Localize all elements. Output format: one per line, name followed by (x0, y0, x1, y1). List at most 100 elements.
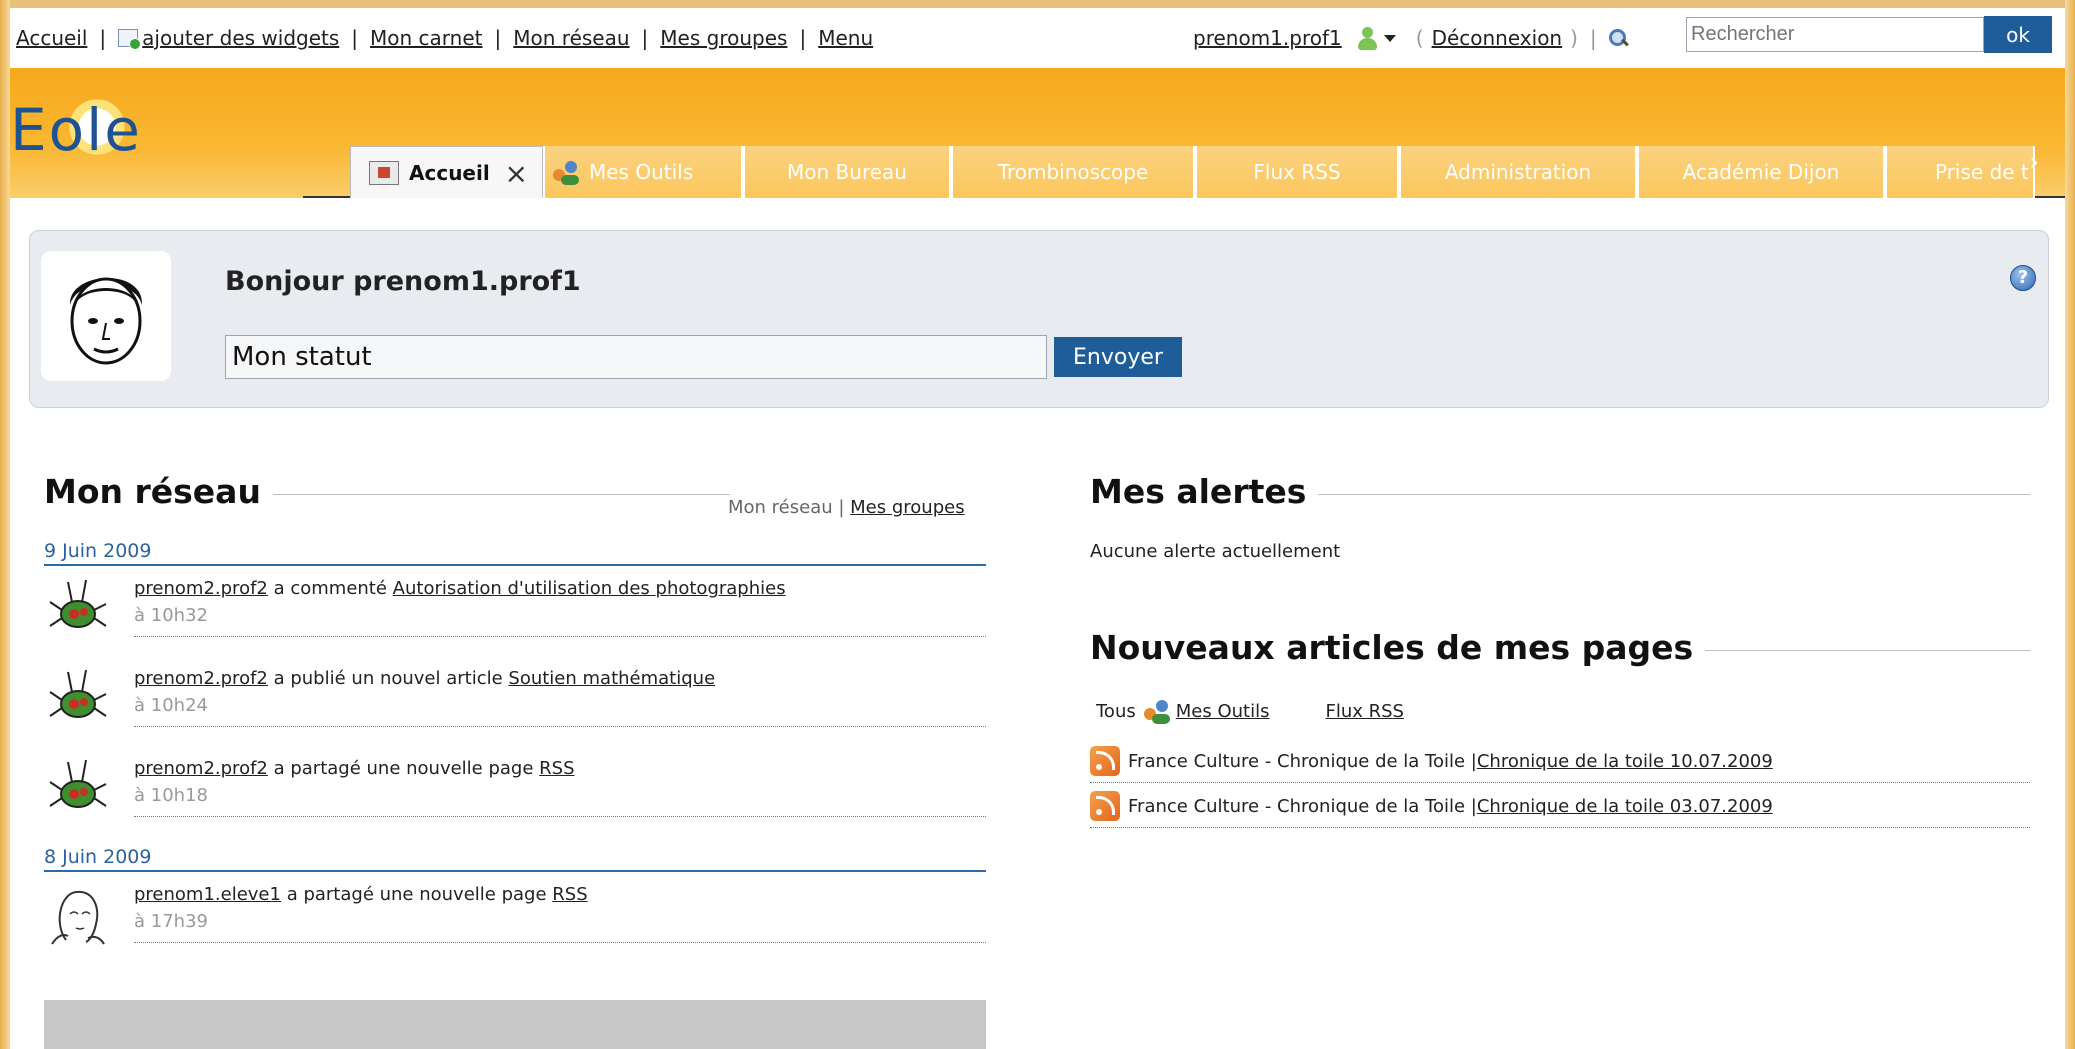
nav-add-widgets-link[interactable]: ajouter des widgets (142, 26, 339, 50)
sketch-avatar-icon (51, 890, 105, 945)
nav-mon-carnet-link[interactable]: Mon carnet (370, 26, 482, 50)
action-text: a partagé une nouvelle page (267, 758, 540, 779)
logo-text: Eole (10, 96, 142, 164)
action-text: a partagé une nouvelle page (280, 884, 553, 905)
logout-link[interactable]: Déconnexion (1432, 26, 1563, 50)
list-item: prenom1.eleve1 a partagé une nouvelle pa… (134, 884, 588, 932)
greeting-text: Bonjour prenom1.prof1 (225, 266, 581, 297)
list-item: prenom2.prof2 a partagé une nouvelle pag… (134, 758, 575, 806)
target-link[interactable]: RSS (552, 884, 587, 905)
tab-label: Flux RSS (1253, 160, 1341, 184)
chevron-right-icon[interactable]: › (2029, 148, 2039, 176)
target-link[interactable]: Autorisation d'utilisation des photograp… (393, 578, 786, 599)
tab-mes-outils[interactable]: Mes Outils (543, 146, 743, 198)
section-rule (1290, 494, 2030, 495)
bug-avatar-icon (49, 579, 107, 628)
article-link[interactable]: Chronique de la toile 10.07.2009 (1477, 751, 1773, 772)
dotted-divider (134, 942, 986, 943)
help-icon[interactable]: ? (2010, 265, 2036, 291)
time-text: à 10h24 (134, 695, 208, 716)
action-text: a publié un nouvel article (267, 668, 509, 689)
time-text: à 10h18 (134, 785, 208, 806)
tab-trombinoscope[interactable]: Trombinoscope (951, 146, 1195, 198)
status-panel: Bonjour prenom1.prof1 Envoyer ? (29, 230, 2049, 408)
tab-label: Administration (1444, 160, 1592, 184)
window-frame-right (2065, 0, 2075, 1049)
bug-avatar-icon (49, 669, 107, 718)
user-link[interactable]: prenom2.prof2 (134, 758, 268, 779)
list-item: prenom2.prof2 a commenté Autorisation d'… (134, 578, 786, 626)
tab-mon-bureau[interactable]: Mon Bureau (743, 146, 951, 198)
top-nav: Accueil | ajouter des widgets | Mon carn… (16, 26, 873, 50)
article-filters: Tous Mes Outils Flux RSS (1096, 696, 1404, 726)
search-ok-button[interactable]: ok (1984, 16, 2052, 53)
home-icon (369, 160, 399, 185)
tab-label: Prise de t (1935, 160, 2029, 184)
time-text: à 10h32 (134, 605, 208, 626)
filter-flux-rss-link[interactable]: Flux RSS (1287, 701, 1404, 722)
filter-all[interactable]: Tous (1096, 701, 1136, 722)
nav-separator: | (99, 26, 107, 50)
mes-groupes-link[interactable]: Mes groupes (850, 497, 964, 518)
dotted-divider (134, 816, 986, 817)
network-links: Mon réseau | Mes groupes (728, 497, 965, 518)
nav-accueil-link[interactable]: Accueil (16, 26, 87, 50)
filter-mes-outils-link[interactable]: Mes Outils (1176, 701, 1270, 722)
tab-flux-rss[interactable]: Flux RSS (1195, 146, 1399, 198)
user-link[interactable]: prenom1.eleve1 (134, 884, 281, 905)
dotted-divider (1090, 782, 2030, 783)
paren-close: ) (1570, 26, 1578, 50)
status-input[interactable] (225, 335, 1047, 379)
nav-mes-groupes-link[interactable]: Mes groupes (660, 26, 787, 50)
network-title: Mon réseau (44, 472, 273, 511)
window-frame-top (0, 0, 2075, 8)
articles-title: Nouveaux articles de mes pages (1090, 628, 1706, 667)
user-menu-caret-icon[interactable] (1383, 34, 1396, 42)
section-rule (250, 494, 730, 495)
list-item: prenom2.prof2 a publié un nouvel article… (134, 668, 715, 716)
send-status-button[interactable]: Envoyer (1054, 337, 1182, 377)
user-icon[interactable] (1356, 26, 1378, 50)
user-link[interactable]: prenom2.prof2 (134, 578, 268, 599)
close-icon[interactable]: × (505, 157, 528, 190)
time-text: à 17h39 (134, 911, 208, 932)
article-item: France Culture - Chronique de la Toile |… (1090, 791, 1773, 821)
header-banner: Eole Accueil × Mes Outils Mon Bureau Tro… (10, 68, 2065, 198)
dotted-divider (1090, 827, 2030, 828)
article-item: France Culture - Chronique de la Toile |… (1090, 746, 1773, 776)
tab-label: Mes Outils (589, 160, 694, 184)
username-link[interactable]: prenom1.prof1 (1193, 26, 1342, 50)
article-source: France Culture - Chronique de la Toile | (1128, 750, 1477, 772)
article-link[interactable]: Chronique de la toile 03.07.2009 (1477, 796, 1773, 817)
gray-widget-box (44, 1000, 986, 1049)
tab-prise-de[interactable]: Prise de t (1885, 146, 2035, 198)
eole-logo: Eole (10, 84, 220, 174)
nav-menu-link[interactable]: Menu (818, 26, 873, 50)
nav-separator: | (641, 26, 649, 50)
action-text: a commenté (267, 578, 393, 599)
nav-mon-reseau-link[interactable]: Mon réseau (513, 26, 629, 50)
tab-administration[interactable]: Administration (1399, 146, 1637, 198)
date-heading: 9 Juin 2009 (44, 540, 152, 562)
bug-avatar-icon (49, 759, 107, 808)
search-input[interactable] (1686, 17, 1984, 52)
user-link[interactable]: prenom2.prof2 (134, 668, 268, 689)
tab-accueil[interactable]: Accueil × (350, 146, 543, 198)
avatar (41, 251, 171, 381)
tab-label: Mon Bureau (787, 160, 907, 184)
nav-separator: | (494, 26, 502, 50)
target-link[interactable]: Soutien mathématique (508, 668, 715, 689)
alerts-empty-text: Aucune alerte actuellement (1090, 541, 1341, 562)
top-bar: Accueil | ajouter des widgets | Mon carn… (10, 8, 2065, 68)
rss-icon (1090, 791, 1120, 821)
date-rule (44, 870, 986, 872)
tab-academie-dijon[interactable]: Académie Dijon (1637, 146, 1885, 198)
paren-open: ( (1415, 26, 1424, 50)
add-widget-icon[interactable] (118, 29, 142, 50)
tab-label: Trombinoscope (997, 160, 1149, 184)
alerts-title: Mes alertes (1090, 472, 1319, 511)
dotted-divider (134, 636, 986, 637)
dotted-divider (134, 726, 986, 727)
users-group-icon (551, 157, 581, 187)
target-link[interactable]: RSS (539, 758, 574, 779)
